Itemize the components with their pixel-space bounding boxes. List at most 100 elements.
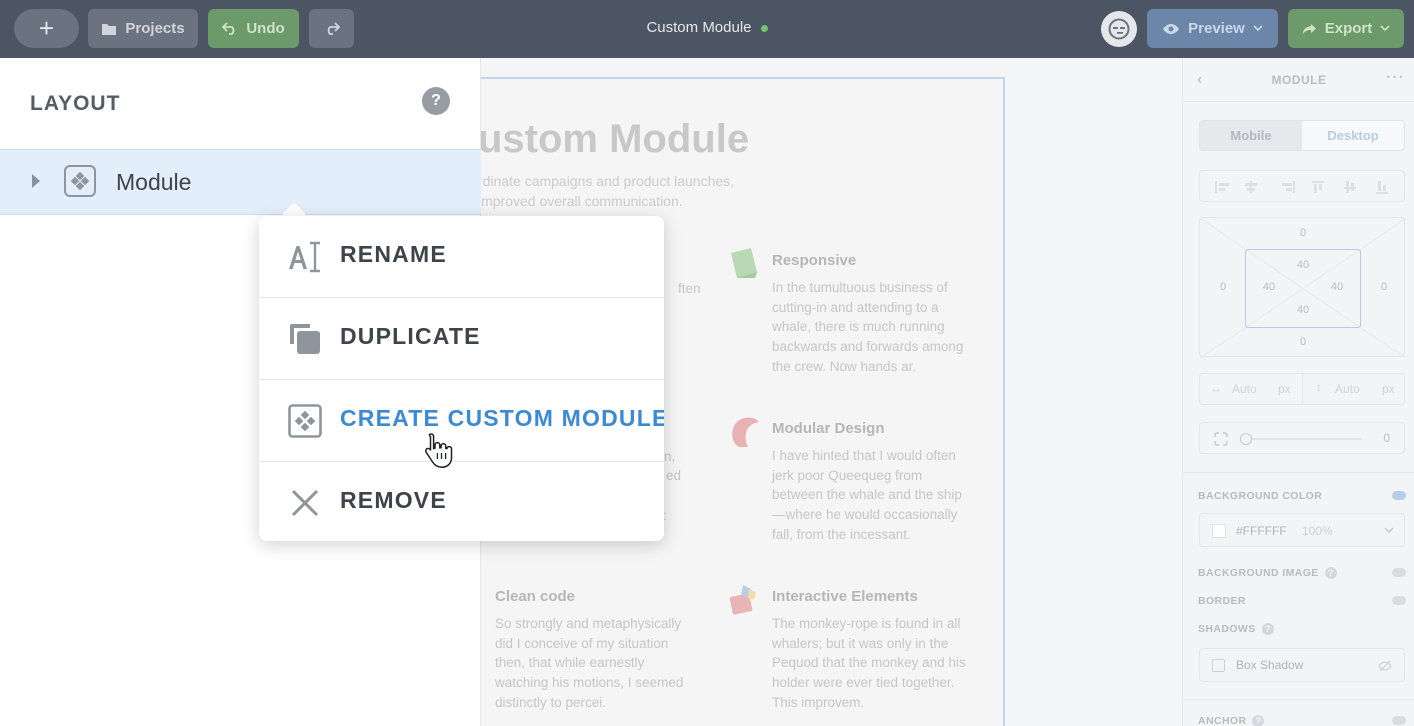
background-color-toggle[interactable] — [1392, 491, 1406, 500]
margin-right-value[interactable]: 0 — [1381, 281, 1387, 293]
margin-bottom-value[interactable]: 0 — [1300, 336, 1306, 348]
color-opacity-value[interactable]: 100% — [1302, 524, 1333, 538]
module-icon — [64, 165, 96, 197]
layout-title: LAYOUT — [30, 92, 121, 115]
color-hex-value[interactable]: #FFFFFF — [1236, 524, 1287, 538]
divider — [1183, 699, 1414, 700]
menu-item-label: DUPLICATE — [340, 323, 481, 349]
export-label: Export — [1324, 20, 1373, 37]
eye-icon — [1163, 23, 1180, 34]
avatar[interactable] — [1101, 11, 1137, 47]
radius-slider-track[interactable] — [1244, 438, 1362, 440]
tree-item-module[interactable]: Module — [0, 149, 481, 215]
divider — [1183, 472, 1414, 473]
more-icon[interactable]: ··· — [1386, 69, 1405, 87]
menu-item-label: RENAME — [340, 241, 447, 267]
hand-pointer-cursor-icon — [425, 433, 453, 468]
help-icon[interactable]: ? — [1252, 715, 1265, 726]
padding-left-value[interactable]: 40 — [1263, 281, 1275, 293]
properties-panel: ‹ MODULE ··· Mobile Desktop 0 0 0 0 40 4… — [1182, 58, 1414, 726]
preview-button[interactable]: Preview — [1147, 9, 1278, 48]
partial-text: ed — [666, 468, 682, 483]
background-color-field[interactable]: #FFFFFF 100% — [1199, 513, 1405, 547]
width-input[interactable]: Auto — [1232, 382, 1257, 396]
saved-status-dot — [760, 24, 768, 32]
properties-header: ‹ MODULE ··· — [1183, 58, 1414, 102]
align-icons[interactable] — [1200, 171, 1406, 203]
box-shadow-field[interactable]: Box Shadow — [1199, 648, 1405, 682]
border-label: BORDER — [1198, 595, 1246, 607]
help-icon[interactable]: ? — [422, 87, 450, 115]
color-swatch[interactable] — [1212, 524, 1226, 538]
border-toggle[interactable] — [1392, 596, 1406, 605]
height-arrows-icon: ↕ — [1316, 380, 1322, 394]
radius-value[interactable]: 0 — [1383, 431, 1390, 445]
margin-top-value[interactable]: 0 — [1300, 227, 1306, 239]
feature-title: Modular Design — [772, 420, 885, 437]
interactive-elements-illustration-icon — [729, 585, 756, 615]
share-icon — [1302, 23, 1316, 34]
module-icon — [288, 404, 322, 438]
expand-caret-icon[interactable] — [32, 174, 40, 188]
module-subtitle: rdinate campaigns and product launches, … — [480, 173, 735, 209]
feature-body: So strongly and metaphysically did I con… — [495, 616, 684, 710]
export-button[interactable]: Export — [1288, 9, 1404, 48]
menu-item-label: REMOVE — [340, 487, 447, 513]
help-icon[interactable]: ? — [1324, 567, 1337, 579]
corner-radius-icon — [1214, 432, 1228, 446]
spacing-box-model: 0 0 0 0 40 40 40 40 — [1199, 217, 1406, 358]
feature-body: The monkey-rope is found in all whalers;… — [772, 616, 966, 710]
top-toolbar: + Projects Undo Custom Module Preview Ex… — [0, 0, 1414, 58]
width-arrows-icon: ↔ — [1210, 381, 1222, 395]
radius-control: 0 — [1199, 422, 1405, 454]
anchor-label: ANCHOR? — [1198, 715, 1265, 726]
divider — [1302, 374, 1303, 404]
background-color-label: BACKGROUND COLOR — [1198, 490, 1323, 502]
margin-left-value[interactable]: 0 — [1220, 281, 1226, 293]
size-fields: ↔ Auto px ↕ Auto px — [1199, 373, 1405, 405]
menu-item-rename[interactable]: RENAME — [259, 216, 664, 298]
feature-title: Responsive — [772, 252, 857, 269]
tree-item-label: Module — [116, 169, 192, 195]
preview-label: Preview — [1188, 20, 1245, 37]
anchor-toggle[interactable] — [1392, 716, 1406, 725]
chevron-left-icon[interactable]: ‹ — [1197, 71, 1203, 89]
modular-design-illustration-icon — [732, 417, 759, 447]
menu-item-duplicate[interactable]: DUPLICATE — [259, 298, 664, 380]
chevron-down-icon — [1253, 25, 1263, 32]
height-unit[interactable]: px — [1382, 382, 1395, 396]
partial-text: ften — [678, 281, 701, 296]
device-toggle: Mobile Desktop — [1199, 120, 1405, 151]
height-input[interactable]: Auto — [1335, 382, 1360, 396]
box-shadow-checkbox[interactable] — [1212, 659, 1225, 672]
feature-title: Interactive Elements — [772, 588, 918, 605]
module-heading: ustom Module — [480, 117, 750, 161]
properties-title: MODULE — [1271, 72, 1327, 87]
responsive-illustration-icon — [731, 248, 757, 278]
width-unit[interactable]: px — [1278, 382, 1291, 396]
tab-mobile[interactable]: Mobile — [1200, 121, 1302, 150]
feature-body: In the tumultuous business of cutting-in… — [772, 280, 964, 374]
background-image-label: BACKGROUND IMAGE? — [1198, 567, 1337, 579]
feature-body: I have hinted that I would often jerk po… — [772, 448, 962, 542]
menu-item-create-custom-module[interactable]: CREATE CUSTOM MODULE — [259, 380, 664, 462]
radius-slider-handle[interactable] — [1240, 433, 1252, 445]
chevron-down-icon — [1380, 25, 1390, 32]
box-shadow-label: Box Shadow — [1236, 658, 1304, 672]
tab-desktop[interactable]: Desktop — [1302, 121, 1404, 150]
background-image-toggle[interactable] — [1392, 568, 1406, 577]
alignment-toolbar — [1199, 170, 1405, 202]
chevron-down-icon — [1384, 527, 1394, 533]
help-icon[interactable]: ? — [1261, 623, 1274, 635]
padding-right-value[interactable]: 40 — [1331, 281, 1343, 293]
menu-item-remove[interactable]: REMOVE — [259, 462, 664, 541]
eye-off-icon[interactable] — [1378, 660, 1392, 672]
partial-text: n, — [664, 449, 676, 464]
menu-item-label: CREATE CUSTOM MODULE — [340, 405, 664, 431]
close-icon — [291, 489, 319, 517]
padding-top-value[interactable]: 40 — [1297, 259, 1309, 271]
duplicate-icon — [290, 324, 320, 354]
feature-title: Clean code — [495, 588, 576, 605]
padding-bottom-value[interactable]: 40 — [1297, 304, 1309, 316]
rename-icon — [289, 241, 320, 273]
